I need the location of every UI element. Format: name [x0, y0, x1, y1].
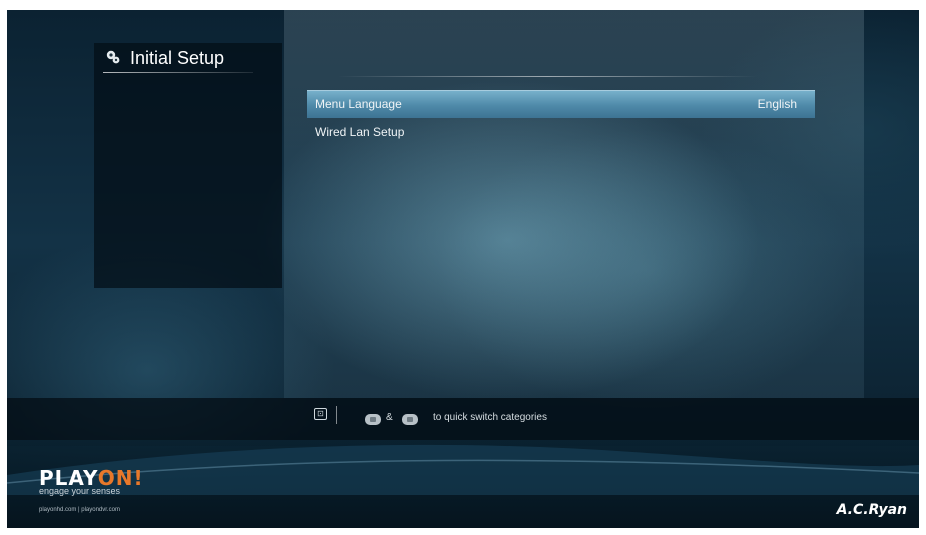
- remote-key-icon: ⊡: [314, 408, 327, 420]
- menu-item-wired-lan[interactable]: Wired Lan Setup: [307, 118, 815, 146]
- hint-text: to quick switch categories: [433, 412, 547, 423]
- menu-divider: [337, 76, 757, 77]
- right-button-icon: [402, 414, 418, 425]
- playon-logo: PLAYON!: [39, 468, 144, 488]
- manufacturer-logo: A.C.Ryan: [836, 502, 907, 518]
- hint-divider: [336, 406, 337, 424]
- menu-item-value: English: [757, 97, 797, 111]
- tagline: engage your senses: [39, 486, 121, 496]
- page-title: Initial Setup: [130, 48, 225, 68]
- footer-links: playonhd.com | playondvr.com: [39, 507, 120, 513]
- gear-icon: [106, 50, 120, 64]
- left-button-icon: [365, 414, 381, 425]
- setup-screen: Initial Setup Menu Language English Wire…: [7, 10, 919, 528]
- hint-ampersand: &: [386, 412, 393, 423]
- content-panel: [284, 10, 864, 398]
- decorative-wave: [7, 444, 919, 495]
- settings-menu: Menu Language English Wired Lan Setup: [307, 90, 815, 146]
- menu-item-language[interactable]: Menu Language English: [307, 90, 815, 118]
- category-panel: [94, 43, 282, 288]
- title-divider: [103, 72, 253, 73]
- menu-item-label: Menu Language: [315, 97, 402, 111]
- menu-item-label: Wired Lan Setup: [315, 125, 405, 139]
